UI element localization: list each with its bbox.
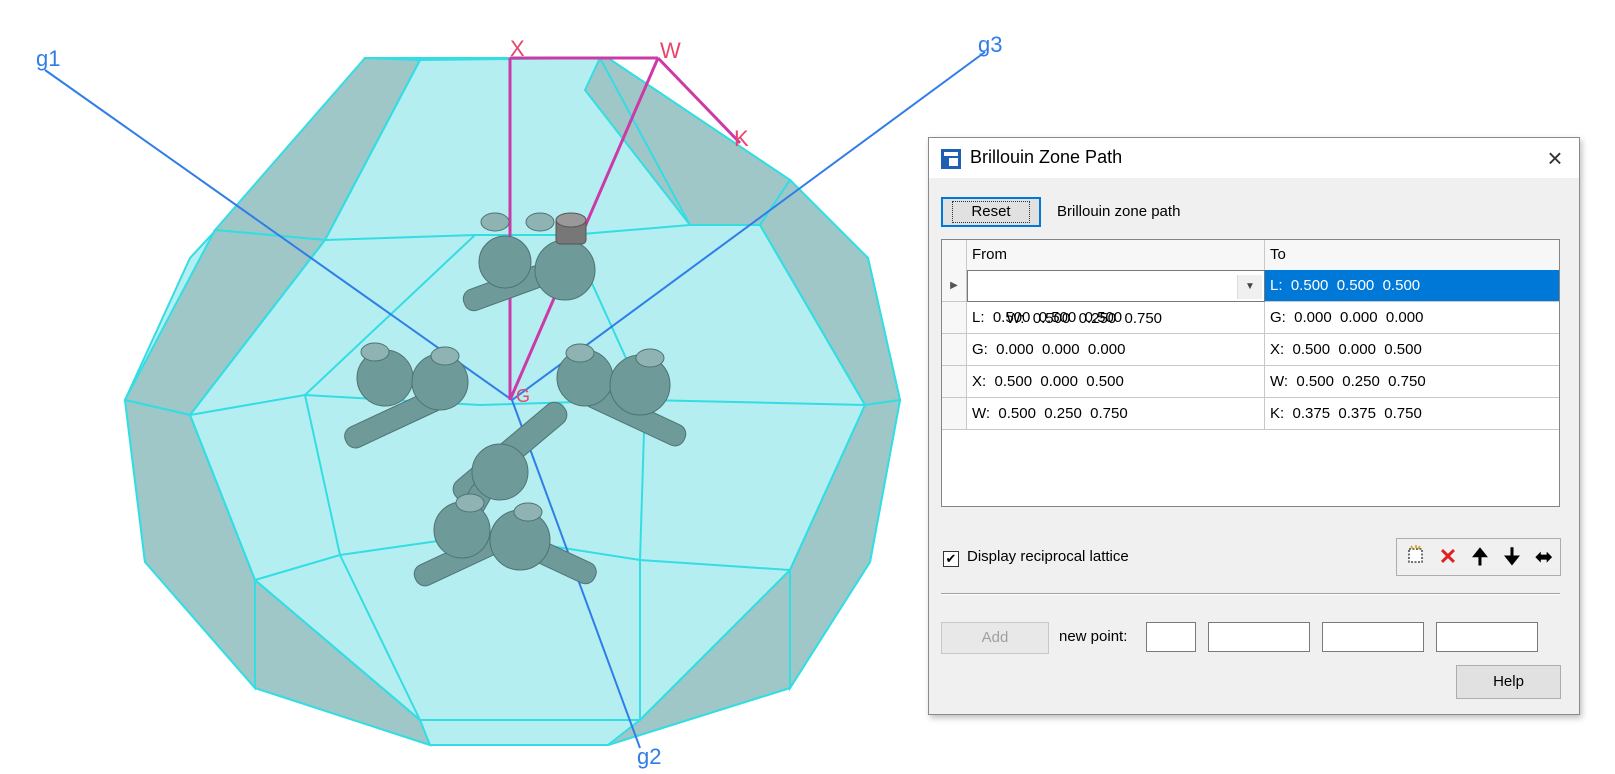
table-row[interactable]: W: 0.500 0.250 0.750 K: 0.375 0.375 0.75… (942, 398, 1559, 430)
w-point-label: W (660, 38, 681, 63)
swap-icon[interactable]: ⬌ (1529, 543, 1559, 571)
table-header: From To (942, 240, 1559, 271)
from-cell[interactable]: G: 0.000 0.000 0.000 (967, 334, 1265, 366)
table-row[interactable]: ▶ W: 0.500 0.250 0.750 ▼ L: 0.500 0.500 … (942, 270, 1559, 327)
new-point-label: new point: (1059, 628, 1128, 645)
table-row[interactable]: G: 0.000 0.000 0.000 X: 0.500 0.000 0.50… (942, 334, 1559, 366)
row-header[interactable] (942, 302, 967, 334)
dialog-title: Brillouin Zone Path (970, 147, 1123, 167)
display-reciprocal-label[interactable]: Display reciprocal lattice (967, 548, 1129, 565)
new-point-name-input[interactable] (1146, 622, 1196, 652)
reset-button-label: Reset (952, 201, 1030, 223)
to-cell[interactable]: L: 0.500 0.500 0.500 (1265, 270, 1559, 302)
g-point-label: G (516, 386, 530, 406)
row-toolbar: ✕ 🠉 🠋 ⬌ (1396, 538, 1561, 576)
x-point-label: X (510, 36, 525, 61)
brillouin-zone-path-dialog: Brillouin Zone Path × Reset Brillouin zo… (928, 137, 1580, 715)
reset-button[interactable]: Reset (941, 197, 1041, 227)
delete-icon[interactable]: ✕ (1433, 543, 1463, 571)
to-cell[interactable]: X: 0.500 0.000 0.500 (1265, 334, 1559, 366)
path-table[interactable]: From To ▶ W: 0.500 0.250 0.750 ▼ L: 0.50… (941, 239, 1560, 507)
row-header[interactable] (942, 366, 967, 398)
chevron-down-icon[interactable]: ▼ (1237, 275, 1262, 299)
add-button[interactable]: Add (941, 622, 1049, 654)
from-cell[interactable]: W: 0.500 0.250 0.750 ▼ (967, 270, 1265, 327)
k-point-label: K (734, 126, 749, 151)
row-header[interactable] (942, 334, 967, 366)
to-cell[interactable]: G: 0.000 0.000 0.000 (1265, 302, 1559, 334)
new-point-x-input[interactable] (1208, 622, 1310, 652)
arrow-down-icon[interactable]: 🠋 (1497, 543, 1527, 571)
divider (941, 593, 1560, 595)
table-row[interactable]: X: 0.500 0.000 0.500 W: 0.500 0.250 0.75… (942, 366, 1559, 398)
g1-label: g1 (36, 46, 60, 71)
new-point-z-input[interactable] (1436, 622, 1538, 652)
from-cell[interactable]: W: 0.500 0.250 0.750 (967, 398, 1265, 430)
row-header[interactable] (942, 398, 967, 430)
new-row-icon[interactable] (1401, 543, 1431, 571)
column-header-from[interactable]: From (967, 240, 1265, 270)
brillouin-path-label: Brillouin zone path (1057, 203, 1181, 220)
close-button[interactable]: × (1539, 142, 1571, 174)
g3-label: g3 (978, 32, 1002, 57)
to-cell[interactable]: K: 0.375 0.375 0.750 (1265, 398, 1559, 430)
row-header-corner (942, 240, 967, 270)
new-point-y-input[interactable] (1322, 622, 1424, 652)
column-header-to[interactable]: To (1265, 240, 1559, 270)
arrow-up-icon[interactable]: 🠉 (1465, 543, 1495, 571)
to-cell[interactable]: W: 0.500 0.250 0.750 (1265, 366, 1559, 398)
display-reciprocal-checkbox[interactable]: ✔ (943, 551, 959, 567)
dialog-titlebar[interactable]: Brillouin Zone Path × (929, 138, 1579, 178)
g2-label: g2 (637, 744, 661, 769)
app-icon (941, 149, 961, 169)
table-row[interactable]: L: 0.500 0.500 0.500 G: 0.000 0.000 0.00… (942, 302, 1559, 334)
current-row-indicator-icon: ▶ (942, 270, 967, 302)
from-cell[interactable]: L: 0.500 0.500 0.500 (967, 302, 1265, 334)
from-cell[interactable]: X: 0.500 0.000 0.500 (967, 366, 1265, 398)
help-button[interactable]: Help (1456, 665, 1561, 699)
